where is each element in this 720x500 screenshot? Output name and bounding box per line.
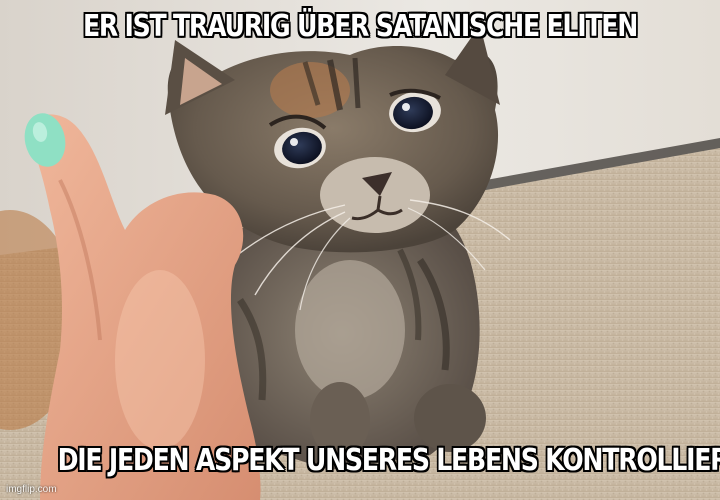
watermark: imgflip.com bbox=[6, 484, 57, 495]
top-caption: ER IST TRAURIG ÜBER SATANISCHE ELITEN bbox=[82, 9, 638, 44]
meme-image: ER IST TRAURIG ÜBER SATANISCHE ELITEN DI… bbox=[0, 0, 720, 500]
kitten-photo bbox=[0, 0, 720, 500]
bottom-caption: DIE JEDEN ASPEKT UNSERES LEBENS KONTROLL… bbox=[57, 443, 720, 478]
